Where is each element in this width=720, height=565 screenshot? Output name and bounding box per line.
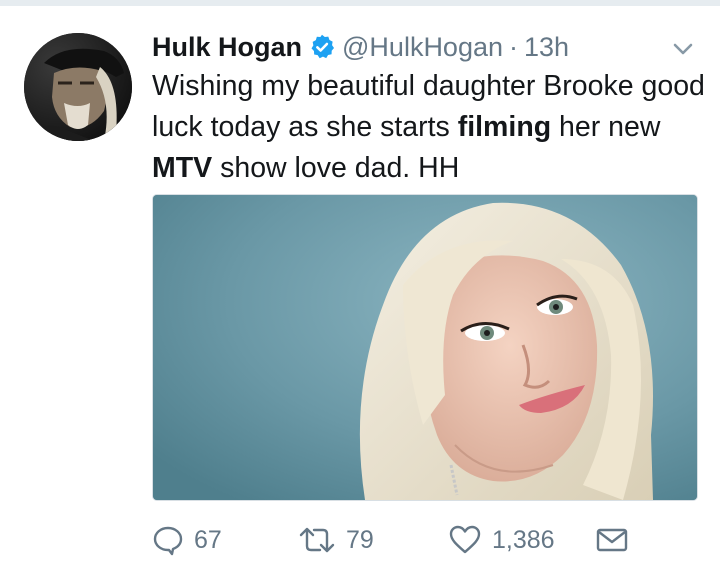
retweet-count: 79 [346,525,374,554]
tweet-text-part: her new [551,111,661,143]
heart-icon [448,524,482,556]
avatar-image [24,33,132,141]
tweet-text-part: show love dad. HH [212,152,460,184]
reply-button[interactable]: 67 [152,520,222,560]
verified-badge-icon [308,33,336,61]
tweet-actions: 67 79 1,386 [152,520,712,560]
like-button[interactable]: 1,386 [448,520,555,560]
header-separator: · [509,32,519,62]
author-name[interactable]: Hulk Hogan [152,30,302,64]
retweet-button[interactable]: 79 [298,520,374,560]
envelope-icon [596,526,628,554]
tweet-photo[interactable] [152,194,698,501]
tweet-header: Hulk Hogan @HulkHogan · 13h [152,30,700,64]
portrait-image [153,195,697,500]
top-divider [0,0,720,6]
avatar[interactable] [24,33,132,141]
tweet-timestamp[interactable]: 13h [524,30,569,64]
author-handle[interactable]: @HulkHogan [342,30,503,64]
tweet-text: Wishing my beautiful daughter Brooke goo… [152,66,708,189]
reply-icon [152,524,184,556]
chevron-down-icon[interactable] [668,34,698,64]
like-count: 1,386 [492,525,555,554]
tweet-text-bold: MTV [152,152,213,184]
reply-count: 67 [194,525,222,554]
tweet-text-bold: filming [457,111,552,143]
direct-message-button[interactable] [596,520,628,560]
retweet-icon [298,524,336,556]
